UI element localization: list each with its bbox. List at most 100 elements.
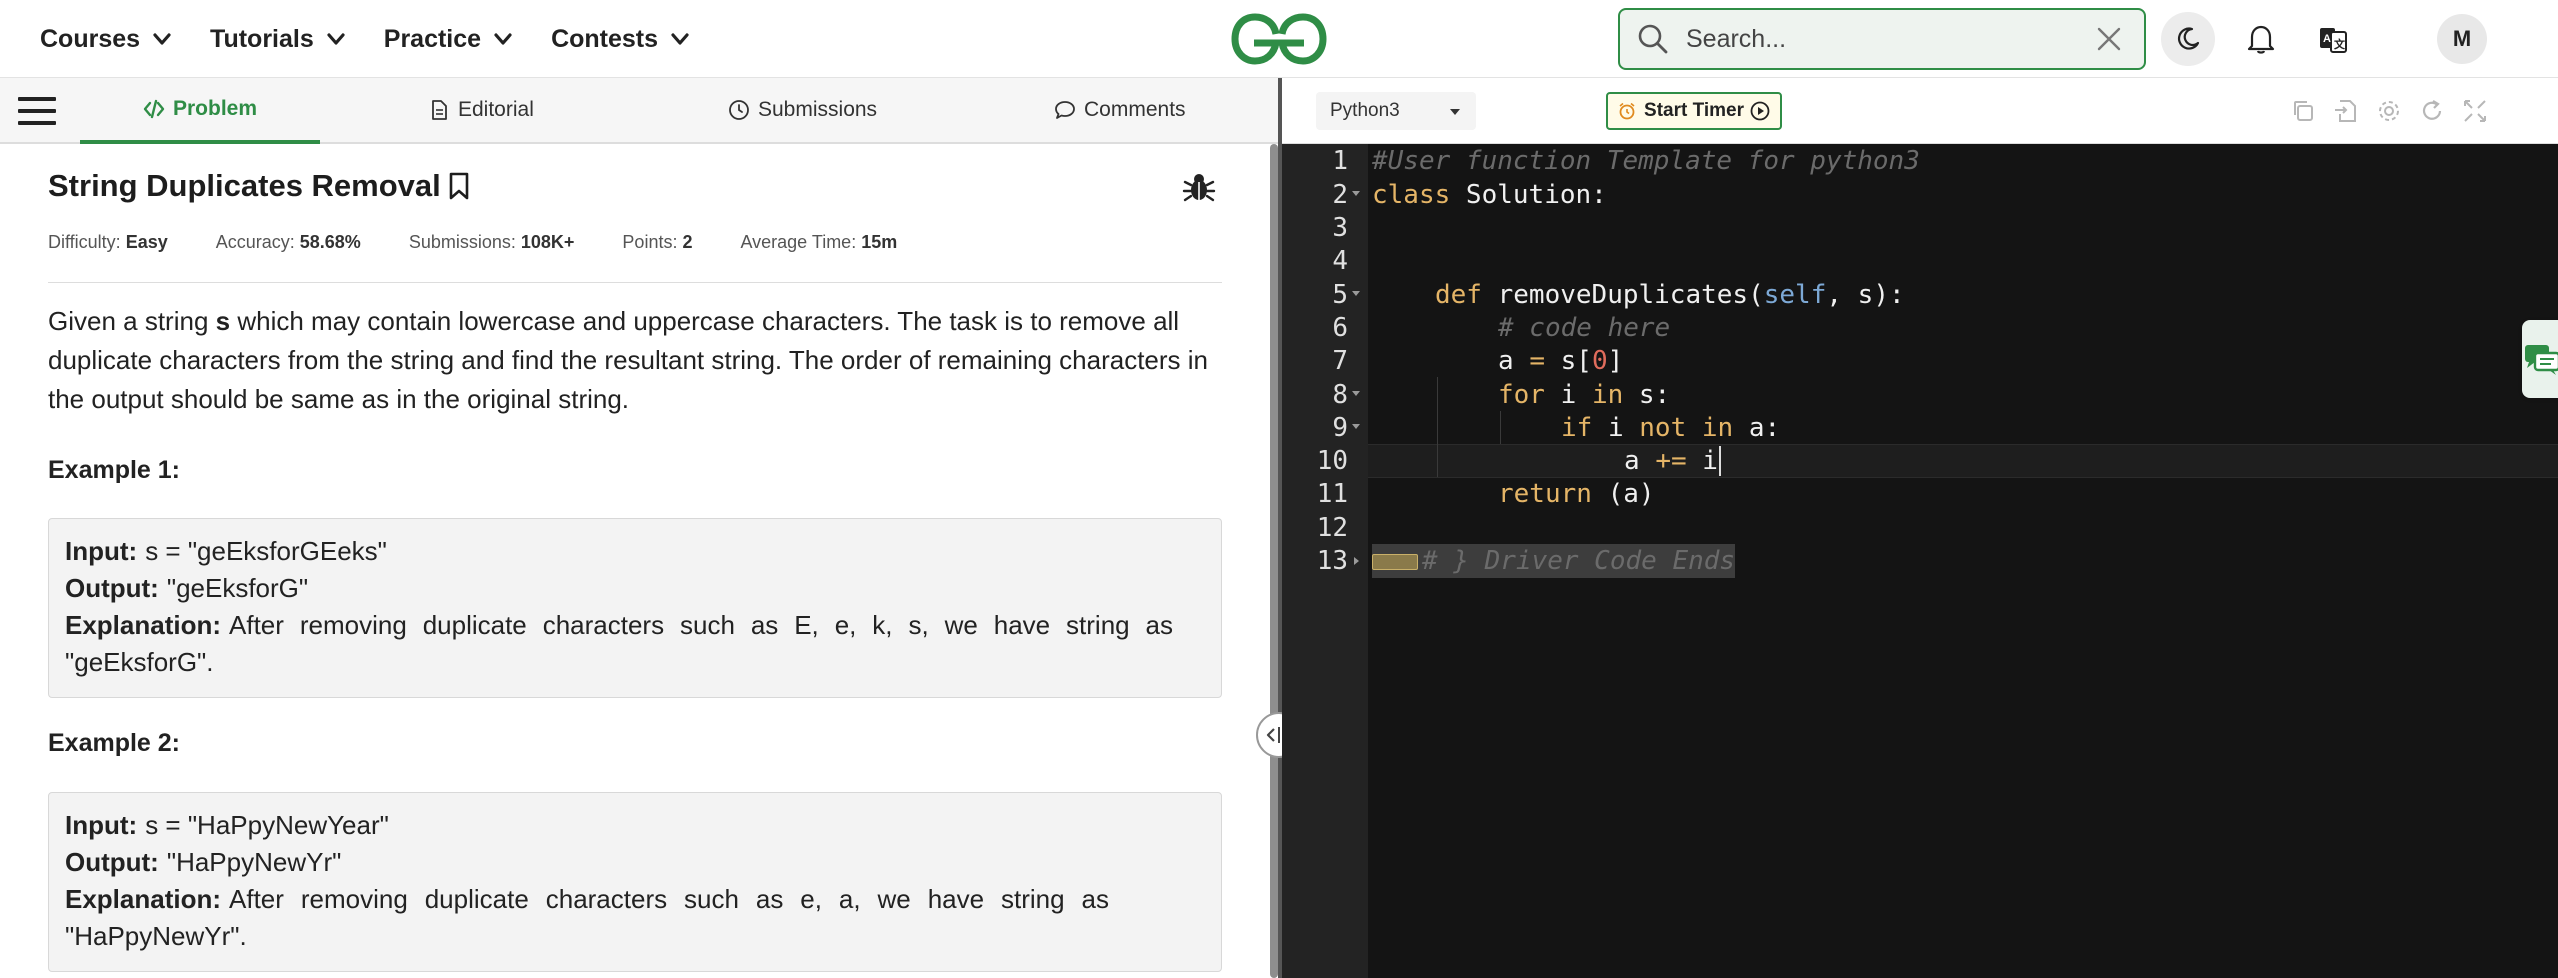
language-select[interactable]: Python3 [1316,92,1476,130]
fold-arrow-icon[interactable] [1352,424,1360,429]
code-token: ] [1607,346,1624,376]
keyword: in [1591,380,1624,410]
nav-tutorials-label: Tutorials [210,24,314,53]
nav-contests-label: Contests [551,24,659,53]
code-token: i [1686,446,1718,476]
problem-title-text: String Duplicates Removal [48,168,441,203]
gfg-logo[interactable] [1230,12,1328,66]
nav-contests[interactable]: Contests [551,25,690,54]
scrollbar-thumb[interactable] [1270,144,1278,978]
problem-tabs-bar: Problem Editorial Submissions Comments [0,78,1278,144]
code-token: removeDuplicates( [1481,280,1764,310]
chat-button[interactable] [2522,320,2558,398]
code-line: 12 [1282,511,2558,545]
operator: += [1655,446,1687,476]
keyword: return [1498,479,1592,509]
line-number: 4 [1332,246,1348,276]
example-1-heading: Example 1: [48,456,181,484]
nav-courses[interactable]: Courses [40,25,172,54]
operator: = [1529,346,1545,376]
example-1-explanation: Explanation: After removing duplicate cha… [65,607,1173,681]
dark-mode-toggle[interactable] [2161,12,2215,66]
svg-text:文: 文 [2334,37,2346,51]
editor-toolbar: Python3 Start Timer [1282,78,2558,144]
line-number: 13 [1316,546,1348,576]
code-text: def removeDuplicates(self, s): [1435,278,1905,312]
tab-submissions[interactable]: Submissions [728,78,877,142]
fold-arrow-icon[interactable] [1354,557,1359,565]
dropdown-arrow-icon [1450,109,1460,115]
input-value: s = "geEksforGEeks" [145,536,387,566]
average-time-value: 15m [861,232,898,252]
fold-marker-icon[interactable] [1372,553,1418,570]
copy-icon[interactable] [2290,98,2316,124]
example-1-box: Input: s = "geEksforGEeks" Output: "geEksf… [48,518,1222,698]
code-text: if i not in a: [1561,411,1780,445]
avatar[interactable]: M [2437,14,2487,64]
search-input[interactable] [1684,23,2078,55]
code-text: a = s[0] [1498,344,1623,378]
code-line: 5 def removeDuplicates(self, s): [1282,278,2558,312]
import-icon[interactable] [2333,98,2359,124]
code-text: class Solution: [1372,178,1607,212]
start-timer-label: Start Timer [1644,100,1744,121]
tab-problem-label: Problem [172,97,258,120]
fold-arrow-icon[interactable] [1352,391,1360,396]
line-number: 11 [1316,479,1348,509]
tab-comments[interactable]: Comments [1054,78,1186,142]
text-cursor [1718,446,1721,476]
code-line: 11 return (a) [1282,477,2558,511]
folded-code[interactable]: # } Driver Code Ends [1372,544,1736,578]
code-line: 13 # } Driver Code Ends [1282,544,2558,578]
clock-icon [729,100,749,120]
code-line: 1 #User function Template for python3 [1282,144,2558,178]
language-button[interactable]: A文 [2306,12,2360,66]
input-label: Input: [65,536,138,566]
problem-panel: String Duplicates Removal Difficulty: Eas… [0,144,1270,978]
notifications-button[interactable] [2234,12,2288,66]
menu-icon[interactable] [18,96,56,126]
editor-actions [2290,98,2505,124]
chevron-down-icon [327,33,345,45]
bookmark-icon[interactable] [447,171,471,201]
fold-arrow-icon[interactable] [1352,291,1360,296]
bug-report-icon[interactable] [1182,170,1216,204]
problem-scrollbar[interactable] [1270,144,1278,978]
keyword: def [1435,280,1482,310]
close-icon[interactable] [2096,26,2122,52]
tab-problem[interactable]: Problem [80,78,320,144]
input-label: Input: [65,810,138,840]
example-2-explanation: Explanation: After removing duplicate cha… [65,881,1109,955]
code-text: # } Driver Code Ends [1422,546,1736,576]
chevron-down-icon [494,33,512,45]
example-2-box: Input: s = "HaPpyNewYear" Output: "HaPpyNe… [48,792,1222,972]
accuracy: Accuracy: 58.68% [216,232,361,253]
start-timer-button[interactable]: Start Timer [1606,92,1782,130]
tab-comments-label: Comments [1084,98,1186,121]
line-number: 1 [1332,146,1348,176]
tab-editorial[interactable]: Editorial [428,78,534,142]
fold-arrow-icon[interactable] [1352,191,1360,196]
svg-text:A: A [2323,33,2331,45]
line-number: 7 [1332,346,1348,376]
nav-tutorials[interactable]: Tutorials [210,25,346,54]
translate-icon: A文 [2320,28,2347,53]
nav-practice[interactable]: Practice [384,25,513,54]
difficulty-value: Easy [125,232,168,252]
fullscreen-icon[interactable] [2462,98,2488,124]
line-number: 12 [1316,513,1348,543]
line-number: 2 [1332,180,1348,210]
settings-icon[interactable] [2376,98,2402,124]
code-editor[interactable]: 1 #User function Template for python3 2 cl… [1282,144,2558,978]
submissions-label: Submissions: [408,232,516,252]
chevron-down-icon [153,33,171,45]
tab-submissions-label: Submissions [758,98,878,121]
reset-icon[interactable] [2419,98,2445,124]
search-box[interactable] [1618,8,2146,70]
code-token: a: [1733,413,1781,443]
average-time: Average Time: 15m [740,232,897,253]
submissions: Submissions: 108K+ [409,232,575,253]
difficulty: Difficulty: Easy [48,232,168,253]
code-line: 10 a += i [1282,444,2558,478]
